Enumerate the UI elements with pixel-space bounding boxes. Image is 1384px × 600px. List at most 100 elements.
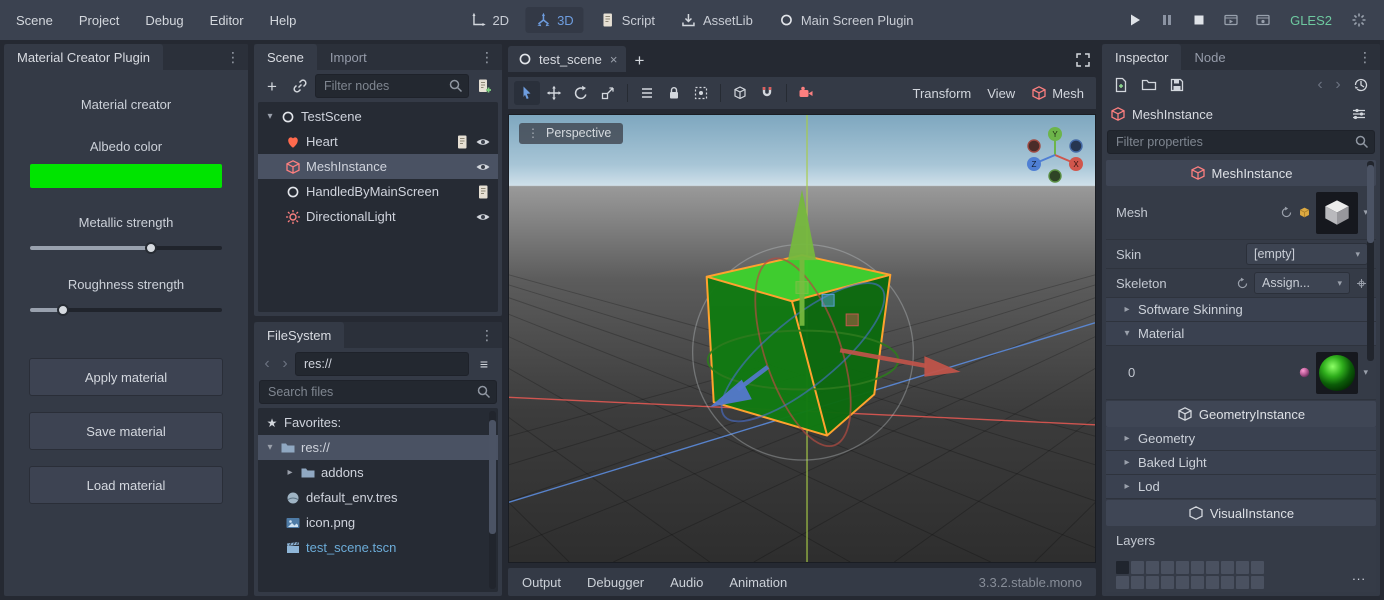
group-selected-button[interactable] xyxy=(688,81,714,105)
bottom-tab-output[interactable]: Output xyxy=(522,575,561,590)
file-row-default-env[interactable]: default_env.tres xyxy=(258,485,498,510)
list-select-button[interactable] xyxy=(634,81,660,105)
layer-checkbox[interactable] xyxy=(1221,561,1234,574)
add-node-button[interactable]: + xyxy=(259,74,285,98)
instance-scene-button[interactable] xyxy=(287,74,313,98)
scrollbar-thumb[interactable] xyxy=(1367,165,1374,243)
update-spinner-icon[interactable] xyxy=(1346,8,1372,32)
axis-neg-z-ball[interactable] xyxy=(1070,140,1082,152)
albedo-color-swatch[interactable] xyxy=(30,164,222,188)
tool-rotate-button[interactable] xyxy=(568,81,594,105)
visibility-toggle-icon[interactable] xyxy=(475,134,491,150)
filter-nodes-input[interactable] xyxy=(315,74,469,98)
filter-properties-input[interactable] xyxy=(1107,130,1375,154)
lock-selected-button[interactable] xyxy=(661,81,687,105)
gizmo-plane-handle-y[interactable] xyxy=(796,282,808,294)
layer-checkbox[interactable] xyxy=(1116,576,1129,589)
gizmo-plane-handle-z[interactable] xyxy=(822,294,834,306)
search-files-input[interactable] xyxy=(259,380,497,404)
new-resource-button[interactable] xyxy=(1108,73,1134,97)
scene-node-directionallight[interactable]: DirectionalLight xyxy=(258,204,498,229)
layer-checkbox[interactable] xyxy=(1236,576,1249,589)
layer-checkbox[interactable] xyxy=(1161,561,1174,574)
menu-debug[interactable]: Debug xyxy=(145,13,183,28)
tab-filesystem[interactable]: FileSystem xyxy=(254,322,344,348)
file-row-test-scene[interactable]: test_scene.tscn xyxy=(258,535,498,560)
axis-neg-x-ball[interactable] xyxy=(1028,140,1040,152)
scrollbar-thumb[interactable] xyxy=(489,420,496,534)
roughness-slider-grabber[interactable] xyxy=(57,304,69,316)
group-geometry[interactable]: ▸ Geometry xyxy=(1106,427,1376,451)
play-button[interactable] xyxy=(1122,8,1148,32)
script-icon[interactable] xyxy=(454,134,470,150)
favorites-row[interactable]: ★ Favorites: xyxy=(258,410,498,435)
tab-material-creator-plugin[interactable]: Material Creator Plugin xyxy=(4,44,163,70)
layer-checkbox[interactable] xyxy=(1131,561,1144,574)
inspector-scrollbar[interactable] xyxy=(1367,161,1374,361)
tool-scale-button[interactable] xyxy=(595,81,621,105)
workspace-3d[interactable]: 3D xyxy=(525,7,584,33)
perspective-menu[interactable]: ⋮ Perspective xyxy=(519,123,623,144)
visibility-toggle-icon[interactable] xyxy=(475,209,491,225)
workspace-main-screen-plugin[interactable]: Main Screen Plugin xyxy=(769,7,924,33)
toggle-split-mode-icon[interactable]: ≡ xyxy=(471,352,497,376)
save-material-button[interactable]: Save material xyxy=(29,412,223,450)
menu-scene[interactable]: Scene xyxy=(16,13,53,28)
tool-select-button[interactable] xyxy=(514,81,540,105)
local-space-button[interactable] xyxy=(727,81,753,105)
script-icon[interactable] xyxy=(475,184,491,200)
scene-node-testscene[interactable]: ▾ TestScene xyxy=(258,104,498,129)
layer-checkbox[interactable] xyxy=(1191,561,1204,574)
filesystem-scrollbar[interactable] xyxy=(489,411,496,589)
stop-button[interactable] xyxy=(1186,8,1212,32)
bottom-tab-debugger[interactable]: Debugger xyxy=(587,575,644,590)
bottom-tab-audio[interactable]: Audio xyxy=(670,575,703,590)
path-input[interactable] xyxy=(295,352,469,376)
tab-import[interactable]: Import xyxy=(317,44,380,70)
mesh-menu[interactable]: Mesh xyxy=(1031,85,1084,101)
layers-more-button[interactable]: ... xyxy=(1352,568,1366,583)
panel-menu-icon[interactable]: ⋮ xyxy=(218,44,248,70)
apply-material-button[interactable]: Apply material xyxy=(29,358,223,396)
object-history-button[interactable] xyxy=(1348,73,1374,97)
pause-button[interactable] xyxy=(1154,8,1180,32)
menu-editor[interactable]: Editor xyxy=(210,13,244,28)
play-custom-scene-button[interactable] xyxy=(1250,8,1276,32)
nav-forward-icon[interactable]: › xyxy=(277,355,293,373)
layer-checkbox[interactable] xyxy=(1146,561,1159,574)
scene-dock-menu-icon[interactable]: ⋮ xyxy=(472,44,502,70)
layer-checkbox[interactable] xyxy=(1161,576,1174,589)
layer-checkbox[interactable] xyxy=(1191,576,1204,589)
workspace-script[interactable]: Script xyxy=(590,7,665,33)
tool-move-button[interactable] xyxy=(541,81,567,105)
metallic-slider[interactable] xyxy=(30,246,222,250)
tab-node[interactable]: Node xyxy=(1181,44,1238,70)
axis-neg-y-ball[interactable] xyxy=(1049,170,1061,182)
filesystem-menu-icon[interactable]: ⋮ xyxy=(472,322,502,348)
axis-navigation-gizmo[interactable]: Y X Z xyxy=(1023,123,1087,187)
layer-checkbox[interactable] xyxy=(1176,561,1189,574)
group-software-skinning[interactable]: ▸ Software Skinning xyxy=(1106,298,1376,322)
tab-inspector[interactable]: Inspector xyxy=(1102,44,1181,70)
gizmo-plane-handle-x[interactable] xyxy=(846,314,858,326)
layer-checkbox[interactable] xyxy=(1251,576,1264,589)
collapse-icon[interactable]: ▾ xyxy=(265,111,275,122)
layer-checkbox[interactable] xyxy=(1116,561,1129,574)
layer-checkbox[interactable] xyxy=(1176,576,1189,589)
file-row-addons[interactable]: ▸ addons xyxy=(258,460,498,485)
scene-node-meshinstance[interactable]: MeshInstance xyxy=(258,154,498,179)
group-lod[interactable]: ▸ Lod xyxy=(1106,475,1376,499)
metallic-slider-grabber[interactable] xyxy=(145,242,157,254)
visibility-toggle-icon[interactable] xyxy=(475,159,491,175)
category-visualinstance[interactable]: VisualInstance xyxy=(1106,500,1376,526)
scene-node-heart[interactable]: Heart xyxy=(258,129,498,154)
layer-checkbox[interactable] xyxy=(1251,561,1264,574)
load-resource-button[interactable] xyxy=(1136,73,1162,97)
new-scene-tab-button[interactable]: + xyxy=(626,48,652,72)
renderer-dropdown[interactable]: GLES2 xyxy=(1282,13,1340,28)
revert-icon[interactable] xyxy=(1236,277,1249,290)
skin-dropdown[interactable]: [empty] ▾ xyxy=(1246,243,1368,265)
object-tools-button[interactable] xyxy=(1346,102,1372,126)
material-preview-thumbnail[interactable] xyxy=(1316,352,1358,394)
layer-checkbox[interactable] xyxy=(1236,561,1249,574)
